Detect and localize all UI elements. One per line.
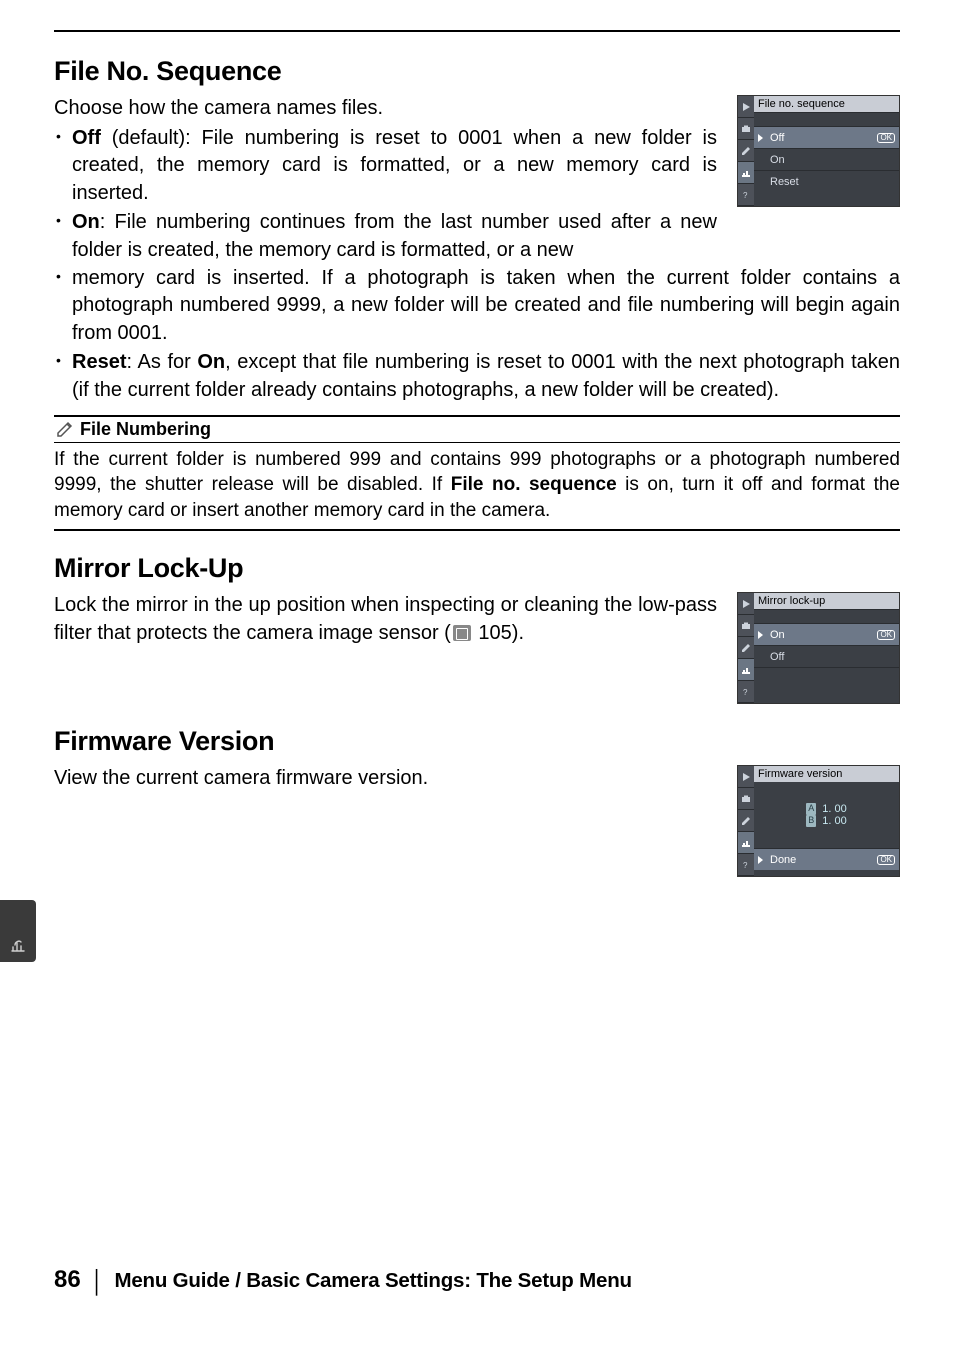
lcd-item-spacer: [754, 112, 899, 126]
lcd-tab-help-icon: ?: [738, 854, 754, 876]
heading-mirror-lockup: Mirror Lock-Up: [54, 553, 900, 584]
lcd-side-tabs: ?: [738, 96, 754, 206]
lcd-tab-camera-icon: [738, 788, 754, 810]
pencil-icon: [56, 420, 74, 438]
option-on: On: File numbering continues from the la…: [54, 209, 717, 264]
section-mirror-lockup: Mirror Lock-Up Lock the mirror in the up…: [54, 553, 900, 704]
page-ref-icon: [453, 625, 471, 641]
lcd-tab-camera-icon: [738, 615, 754, 637]
lcd-title: Mirror lock-up: [754, 593, 899, 609]
lcd-item-spacer: [754, 667, 899, 681]
lcd-item-reset[interactable]: Reset: [754, 170, 899, 192]
option-off: Off (default): File numbering is reset t…: [54, 125, 717, 208]
top-rule: [54, 30, 900, 32]
lcd-tab-help-icon: ?: [738, 681, 754, 703]
option-on-label: On: [72, 211, 100, 233]
lcd-tab-help-icon: ?: [738, 184, 754, 206]
intro-text: Choose how the camera names files.: [54, 95, 717, 123]
lcd-tab-camera-icon: [738, 118, 754, 140]
firmware-body: View the current camera firmware version…: [54, 765, 717, 793]
page-number: 86: [54, 1266, 81, 1294]
lcd-item-on[interactable]: OnOK: [754, 623, 899, 645]
section-file-no-sequence: File No. Sequence Choose how the camera …: [54, 56, 900, 531]
version-tag-a: A: [806, 803, 816, 815]
lcd-tab-play-icon: [738, 96, 754, 118]
lcd-item-off[interactable]: OffOK: [754, 126, 899, 148]
option-on-text-a: : File numbering continues from the last…: [72, 211, 717, 261]
version-b: 1. 00: [822, 815, 846, 827]
lcd-tab-play-icon: [738, 766, 754, 788]
footer-divider: │: [91, 1269, 105, 1295]
section-firmware: Firmware Version View the current camera…: [54, 726, 900, 877]
ok-badge: OK: [877, 630, 895, 640]
lcd-item-spacer: [754, 609, 899, 623]
version-tag-b: B: [806, 815, 816, 827]
side-tab-setup-icon: [0, 900, 36, 962]
version-a: 1. 00: [822, 803, 846, 815]
lcd-mirror-lockup: ? Mirror lock-up OnOK Off: [737, 592, 900, 704]
option-on-text-b: memory card is inserted. If a photograph…: [72, 267, 900, 344]
note-body: If the current folder is numbered 999 an…: [54, 443, 900, 532]
svg-text:?: ?: [743, 688, 748, 697]
lcd-list: OffOK On Reset: [754, 112, 899, 192]
ok-badge: OK: [877, 133, 895, 143]
option-off-text: (default): File numbering is reset to 00…: [72, 127, 717, 204]
lcd-tab-setup-icon: [738, 832, 754, 854]
lcd-tab-setup-icon: [738, 659, 754, 681]
lcd-item-off[interactable]: Off: [754, 645, 899, 667]
option-on-continued: memory card is inserted. If a photograph…: [54, 265, 900, 348]
lcd-tab-pencil-icon: [738, 810, 754, 832]
lcd-tab-play-icon: [738, 593, 754, 615]
page-footer: 86 │ Menu Guide / Basic Camera Settings:…: [54, 1266, 900, 1294]
ok-badge: OK: [877, 855, 895, 865]
footer-title: Menu Guide / Basic Camera Settings: The …: [114, 1269, 631, 1293]
lcd-title: Firmware version: [754, 766, 899, 782]
lcd-item-on[interactable]: On: [754, 148, 899, 170]
option-reset: Reset: As for On, except that file numbe…: [54, 349, 900, 404]
lcd-tab-pencil-icon: [738, 637, 754, 659]
lcd-versions: A 1. 00 B 1. 00: [754, 782, 899, 848]
option-off-label: Off: [72, 127, 101, 149]
lcd-firmware: ? Firmware version A 1. 00 B 1. 00 DoneOK: [737, 765, 900, 877]
lcd-tab-setup-icon: [738, 162, 754, 184]
svg-text:?: ?: [743, 191, 748, 200]
heading-firmware: Firmware Version: [54, 726, 900, 757]
lcd-item-done[interactable]: DoneOK: [754, 848, 899, 870]
lcd-title: File no. sequence: [754, 96, 899, 112]
option-reset-label: Reset: [72, 351, 126, 373]
note-title: File Numbering: [80, 419, 211, 440]
note-file-numbering: File Numbering If the current folder is …: [54, 415, 900, 532]
mirror-body: Lock the mirror in the up position when …: [54, 592, 717, 647]
lcd-tab-pencil-icon: [738, 140, 754, 162]
lcd-file-no-sequence: ? File no. sequence OffOK On Reset: [737, 95, 900, 207]
heading-file-no-sequence: File No. Sequence: [54, 56, 900, 87]
page: File No. Sequence Choose how the camera …: [0, 0, 954, 1352]
svg-text:?: ?: [743, 861, 748, 870]
